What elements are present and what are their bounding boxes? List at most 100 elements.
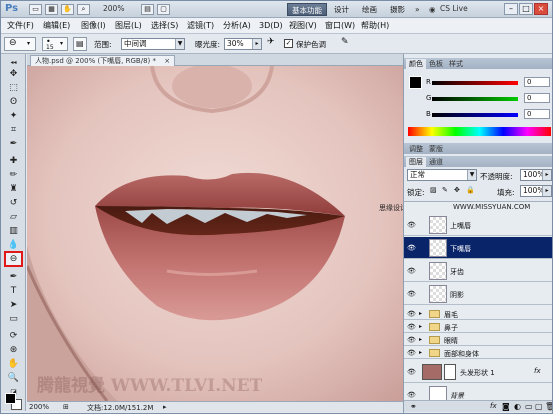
eye-icon[interactable]: 👁 [407,391,416,399]
shape-layer-row[interactable]: 👁 头发形状 1 fx [404,361,552,383]
gradient-tool-icon[interactable]: ▥ [5,225,22,237]
bridge-icon[interactable]: ▭ [29,4,42,15]
eyedropper-tool-icon[interactable]: ✒ [5,138,22,150]
cs-live[interactable]: CS Live [440,4,468,15]
layer-row[interactable]: 👁 阴影 [404,283,552,305]
pressure-icon[interactable]: ✎ [341,37,355,51]
lasso-tool-icon[interactable]: ʘ [5,96,22,108]
mask-icon[interactable]: ◙ [502,402,510,411]
maximize-icon[interactable]: □ [519,3,533,15]
workspace-photography[interactable]: 摄影 [386,3,409,16]
healing-brush-tool-icon[interactable]: ✚ [5,155,22,167]
layer-row[interactable]: 👁 上嘴唇 [404,214,552,236]
workspace-design[interactable]: 设计 [330,3,353,16]
layer-row[interactable]: 👁 牙齿 [404,260,552,282]
g-slider[interactable]: G 0 [426,93,552,103]
eye-icon[interactable]: 👁 [407,323,416,331]
background-layer-row[interactable]: 👁 背景 [404,384,552,400]
pen-tool-icon[interactable]: ✒ [5,271,22,283]
opacity-input[interactable]: 100% ▸ [520,169,552,181]
quick-select-tool-icon[interactable]: ✦ [5,110,22,122]
3d-rotate-tool-icon[interactable]: ⟳ [5,330,22,342]
path-select-tool-icon[interactable]: ➤ [5,299,22,311]
menu-view[interactable]: 视图(V) [289,20,317,32]
layer-row-selected[interactable]: 👁 下嘴唇 [404,237,552,259]
close-tab-icon[interactable]: × [164,57,170,65]
chevron-right-icon[interactable]: ▸ [252,39,261,49]
expand-arrow-icon[interactable]: ▸ [419,310,422,317]
tool-preset-picker[interactable]: ⊖ ▾ [4,37,36,51]
hand-icon[interactable]: ✋ [61,4,74,15]
zoom-icon[interactable]: ⌕ [77,4,90,15]
eye-icon[interactable]: 👁 [407,310,416,318]
blur-tool-icon[interactable]: 💧 [5,239,22,251]
fill-input[interactable]: 100% ▸ [520,185,552,197]
trash-icon[interactable]: 🗑 [545,402,552,411]
b-value[interactable]: 0 [524,109,550,119]
menu-analysis[interactable]: 分析(A) [223,20,251,32]
group-row[interactable]: 👁 ▸ 眉毛 [404,308,552,320]
workspace-essentials[interactable]: 基本功能 [287,3,327,16]
g-track[interactable] [432,97,518,101]
blend-mode-select[interactable]: 正常 ▼ [407,169,477,181]
tab-channels[interactable]: 通道 [426,157,446,167]
tab-color[interactable]: 颜色 [406,59,426,69]
move-tool-icon[interactable]: ✥ [5,68,22,80]
protect-tones-checkbox[interactable]: ✓ [284,39,293,48]
dodge-tool-icon[interactable]: ⊖ [4,251,23,267]
document-canvas[interactable]: 思缘设计论坛 腾龍視覺 WWW.TLVI.NET [27,66,403,401]
menu-filter[interactable]: 滤镜(T) [187,20,214,32]
document-tab[interactable]: 人物.psd @ 200% (下嘴唇, RGB/8) * × [30,55,176,66]
close-icon[interactable]: × [534,3,548,15]
group-row[interactable]: 👁 ▸ 面部和身体 [404,347,552,359]
link-icon[interactable]: ⚭ [410,402,417,411]
chevron-right-icon[interactable]: ▸ [542,186,551,196]
color-ramp[interactable] [408,127,551,136]
shape-tool-icon[interactable]: ▭ [5,313,22,325]
eye-icon[interactable]: 👁 [407,244,416,252]
menu-edit[interactable]: 编辑(E) [43,20,70,32]
eye-icon[interactable]: 👁 [407,221,416,229]
expand-arrow-icon[interactable]: ▸ [419,336,422,343]
zoom-level[interactable]: 200% [103,4,124,15]
tab-adjustments[interactable]: 调整 [406,144,426,154]
airbrush-icon[interactable]: ✈ [267,37,280,51]
type-tool-icon[interactable]: T [5,285,22,297]
r-slider[interactable]: R 0 [426,77,552,87]
arrange-icon[interactable]: ▤ [141,4,154,15]
eye-icon[interactable]: 👁 [407,349,416,357]
tab-masks[interactable]: 蒙版 [426,144,446,154]
g-value[interactable]: 0 [524,93,550,103]
menu-file[interactable]: 文件(F) [7,20,34,32]
menu-3d[interactable]: 3D(D) [259,20,283,32]
workspace-painting[interactable]: 绘画 [358,3,381,16]
zoom-status[interactable]: 200% [29,403,49,411]
new-group-icon[interactable]: ▭ [525,402,533,411]
exposure-input[interactable]: 30% ▸ [224,38,262,50]
group-row[interactable]: 👁 ▸ 眼睛 [404,334,552,346]
brush-tool-icon[interactable]: ✏ [5,169,22,181]
r-track[interactable] [432,81,518,85]
screen-mode-icon[interactable]: ▢ [157,4,170,15]
eye-icon[interactable]: 👁 [407,368,416,376]
marquee-tool-icon[interactable]: ⬚ [5,82,22,94]
new-layer-icon[interactable]: ▢ [535,402,543,411]
group-row[interactable]: 👁 ▸ 鼻子 [404,321,552,333]
eye-icon[interactable]: 👁 [407,267,416,275]
3d-orbit-tool-icon[interactable]: ⊛ [5,344,22,356]
more-workspaces[interactable]: » [411,3,424,16]
b-slider[interactable]: B 0 [426,109,552,119]
nav-icon[interactable]: ⊞ [63,403,69,411]
b-track[interactable] [432,113,518,117]
menu-image[interactable]: 图像(I) [81,20,106,32]
fg-color-chip[interactable] [409,76,422,89]
tab-swatches[interactable]: 色板 [426,59,446,69]
cs-live-icon[interactable]: ◉ [429,5,436,16]
tab-styles[interactable]: 样式 [446,59,466,69]
clone-stamp-tool-icon[interactable]: ♜ [5,183,22,195]
history-brush-tool-icon[interactable]: ↺ [5,197,22,209]
fx-menu-icon[interactable]: fx [490,402,497,410]
crop-tool-icon[interactable]: ⌗ [5,124,22,136]
expand-arrow-icon[interactable]: ▸ [419,323,422,330]
zoom-tool-icon[interactable]: 🔍 [5,372,22,384]
